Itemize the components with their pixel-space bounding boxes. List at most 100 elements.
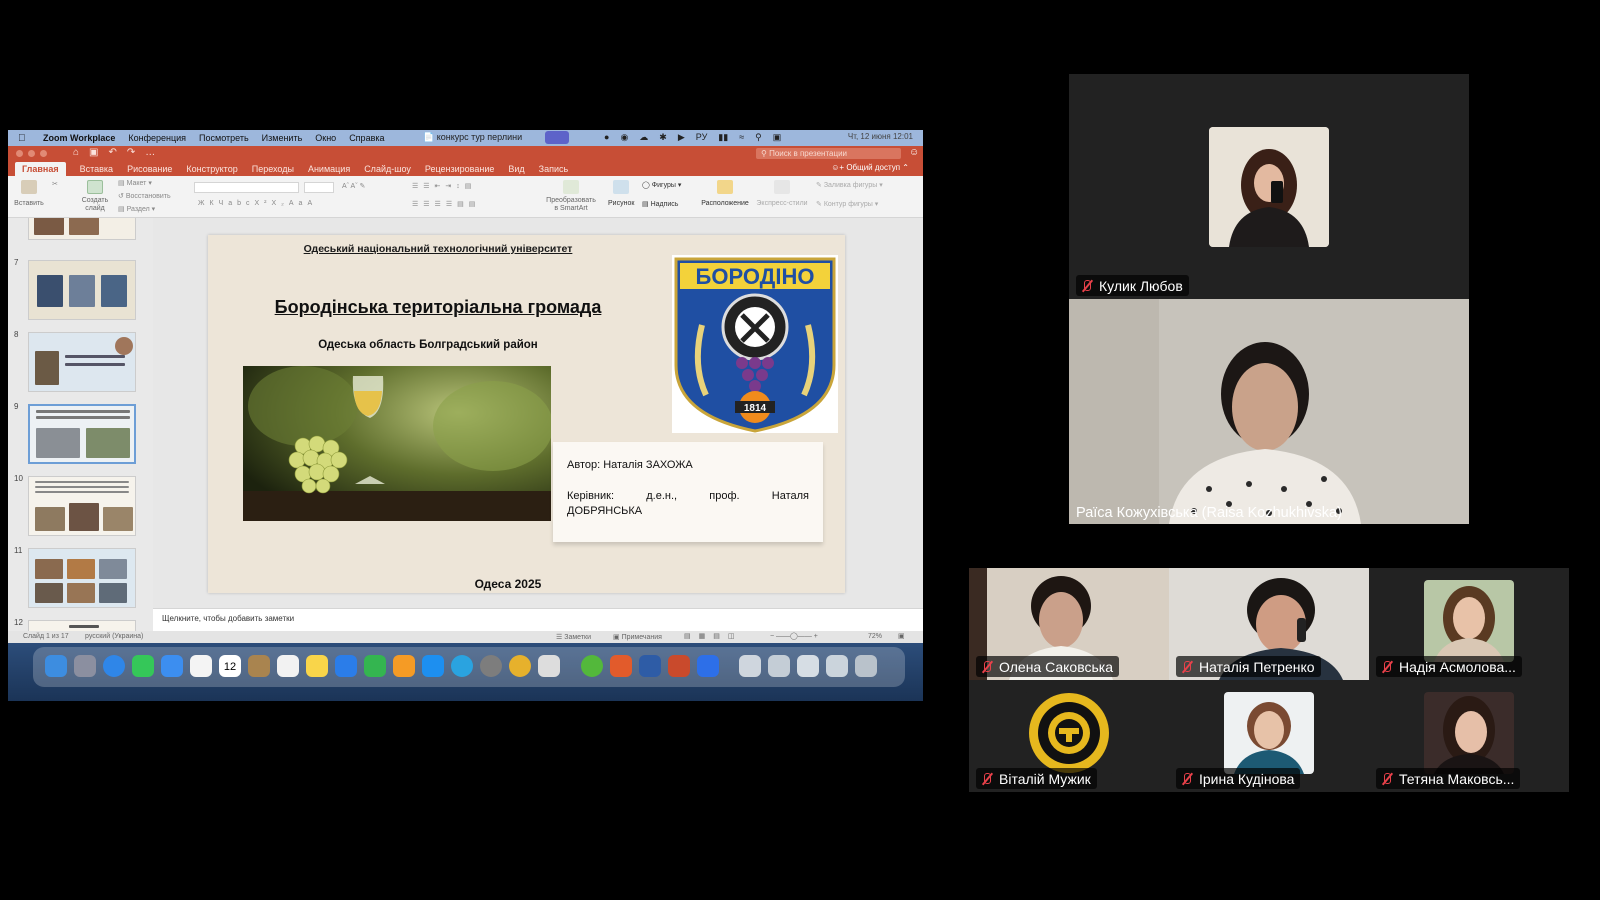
participant-tile-makovska[interactable]: Тетяна Маковсь...	[1369, 680, 1569, 792]
zoom-share-icon[interactable]	[545, 131, 569, 144]
system-settings-icon[interactable]	[480, 655, 502, 677]
messages-icon[interactable]	[132, 655, 154, 677]
slide-thumbnails-panel[interactable]: 7 8 9 10 11 12	[8, 218, 153, 676]
font-family-select[interactable]	[194, 182, 299, 193]
minimize-window-button[interactable]	[28, 150, 35, 157]
tab-draw[interactable]: Рисование	[127, 164, 172, 176]
shape-fill-button[interactable]: ✎ Заливка фигуры ▾	[816, 181, 883, 189]
save-icon[interactable]: ▣	[89, 147, 98, 158]
arrange-button[interactable]: Расположение	[700, 180, 750, 207]
shapes-button[interactable]: ◯ Фигуры ▾	[642, 181, 681, 189]
share-access-button[interactable]: ☺+ Общий доступ ⌃	[831, 163, 909, 172]
redo-icon[interactable]: ↷	[127, 147, 135, 158]
menu-item-conference[interactable]: Конференция	[128, 133, 186, 143]
finder-icon[interactable]	[45, 655, 67, 677]
tab-animations[interactable]: Анимация	[308, 164, 350, 176]
participant-tile-kulyk[interactable]: Кулик Любов	[1069, 74, 1469, 299]
region-subtitle[interactable]: Одеська область Болградський район	[318, 338, 538, 352]
menu-item-help[interactable]: Справка	[349, 133, 384, 143]
tab-transitions[interactable]: Переходы	[252, 164, 294, 176]
text-format-buttons[interactable]: ЖКЧabcX²X₂AaA	[198, 200, 317, 207]
cloud-icon[interactable]: ☁	[639, 132, 648, 143]
reminders-icon[interactable]	[277, 655, 299, 677]
play-icon[interactable]: ▶	[678, 132, 685, 143]
menu-bar-clock[interactable]: Чт, 12 июня 12:01	[848, 132, 913, 141]
word-icon[interactable]	[639, 655, 661, 677]
close-window-button[interactable]	[16, 150, 23, 157]
layout-button[interactable]: ▤ Макет ▾	[118, 179, 152, 187]
shared-screen[interactable]:  Zoom Workplace Конференция Посмотреть …	[8, 130, 923, 701]
menu-item-edit[interactable]: Изменить	[262, 133, 303, 143]
current-slide[interactable]: Одеський національний технологічний унів…	[208, 235, 845, 593]
picture-button[interactable]: Рисунок	[608, 180, 634, 207]
comments-toggle[interactable]: ▣ Примечания	[613, 633, 662, 641]
tab-slideshow[interactable]: Слайд-шоу	[364, 164, 411, 176]
keynote-icon[interactable]	[335, 655, 357, 677]
notes-app-icon[interactable]	[306, 655, 328, 677]
recent-document-icon[interactable]	[739, 655, 761, 677]
battery-icon[interactable]: ▮▮	[718, 132, 728, 143]
view-buttons[interactable]: ▤▦▤◫	[684, 632, 742, 640]
calendar-icon[interactable]: 12	[219, 655, 241, 677]
shape-outline-button[interactable]: ✎ Контур фигуры ▾	[816, 200, 878, 208]
participant-tile-sakovska[interactable]: Олена Саковська	[969, 568, 1169, 680]
slide-editor-canvas[interactable]: Одеський національний технологічний унів…	[153, 218, 923, 608]
paste-button[interactable]: Вставить	[14, 180, 44, 207]
author-textbox[interactable]: Автор: Наталія ЗАХОЖА Керівник: д.е.н., …	[553, 442, 823, 542]
control-center-icon[interactable]: ▣	[773, 132, 782, 143]
recent-document-icon[interactable]	[768, 655, 790, 677]
quick-styles-button[interactable]: Экспресс-стили	[754, 180, 810, 207]
tab-review[interactable]: Рецензирование	[425, 164, 495, 176]
apple-icon[interactable]: 	[18, 133, 30, 144]
participant-tile-petrenko[interactable]: Наталія Петренко	[1169, 568, 1369, 680]
powerpoint-icon[interactable]	[668, 655, 690, 677]
preview-icon[interactable]	[538, 655, 560, 677]
input-language-indicator[interactable]: РУ	[696, 132, 708, 143]
textbox-button[interactable]: ▤ Надпись	[642, 200, 678, 208]
reset-button[interactable]: ↺ Восстановить	[118, 192, 171, 200]
bluetooth-icon[interactable]: ✱	[659, 132, 667, 143]
numbers-icon[interactable]	[364, 655, 386, 677]
city-year[interactable]: Одеса 2025	[408, 577, 608, 591]
app-store-icon[interactable]	[422, 655, 444, 677]
spotlight-search-icon[interactable]: ⚲	[755, 132, 762, 143]
chrome-icon[interactable]	[509, 655, 531, 677]
presentation-search-input[interactable]: ⚲ Поиск в презентации	[756, 148, 901, 159]
utorrent-icon[interactable]	[581, 655, 603, 677]
participant-tile-muzhyk[interactable]: Віталій Мужик	[969, 680, 1169, 792]
zoom-slider[interactable]: − ——◯—— +	[770, 632, 818, 640]
trash-icon[interactable]	[855, 655, 877, 677]
tab-insert[interactable]: Вставка	[80, 164, 113, 176]
font-size-select[interactable]	[304, 182, 334, 193]
launchpad-icon[interactable]	[74, 655, 96, 677]
university-name[interactable]: Одеський національний технологічний унів…	[288, 243, 588, 255]
slide-title[interactable]: Бородінська територіальна громада	[228, 297, 648, 318]
participant-tile-kozhukhivska[interactable]: Раїса Кожухівська (Raisa Kozhukhivska)	[1069, 299, 1469, 524]
account-icon[interactable]: ☺	[909, 147, 919, 158]
vpn-icon[interactable]: ◉	[620, 132, 628, 143]
customize-toolbar-icon[interactable]: …	[145, 147, 155, 158]
pages-icon[interactable]	[393, 655, 415, 677]
telegram-icon[interactable]	[451, 655, 473, 677]
tab-record[interactable]: Запись	[539, 164, 569, 176]
recent-document-icon[interactable]	[826, 655, 848, 677]
menu-app-name[interactable]: Zoom Workplace	[43, 133, 115, 143]
list-buttons[interactable]: ☰☰⇤⇥↕▤	[412, 182, 476, 190]
photos-icon[interactable]	[190, 655, 212, 677]
language-indicator[interactable]: русский (Украина)	[85, 633, 143, 640]
participant-tile-kudinova[interactable]: Ірина Кудінова	[1169, 680, 1369, 792]
cut-icon[interactable]: ✂	[52, 180, 58, 188]
smartart-button[interactable]: Преобразовать в SmartArt	[546, 180, 596, 213]
creative-cloud-icon[interactable]: ●	[604, 132, 609, 143]
zoom-app-icon[interactable]	[697, 655, 719, 677]
participant-tile-asmolova[interactable]: Надія Асмолова...	[1369, 568, 1569, 680]
office-icon[interactable]	[610, 655, 632, 677]
tab-design[interactable]: Конструктор	[186, 164, 237, 176]
mail-icon[interactable]	[161, 655, 183, 677]
maximize-window-button[interactable]	[40, 150, 47, 157]
wine-grapes-photo[interactable]	[243, 366, 551, 521]
zoom-level[interactable]: 72%	[868, 633, 882, 640]
menu-item-window[interactable]: Окно	[315, 133, 336, 143]
tab-view[interactable]: Вид	[508, 164, 524, 176]
supervisor-line-2[interactable]: ДОБРЯНСЬКА	[567, 505, 642, 517]
